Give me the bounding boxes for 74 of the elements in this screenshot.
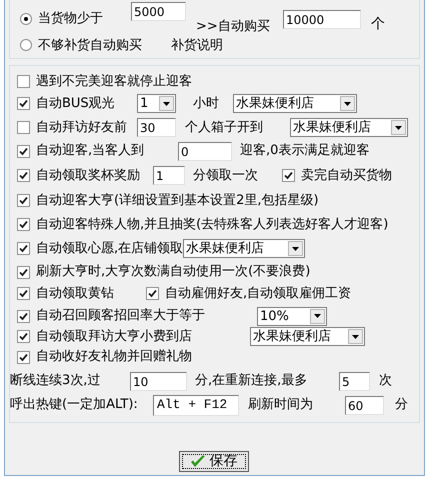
check-icon [19,289,28,298]
input-field[interactable]: 30 [137,118,176,137]
checkbox[interactable]: 自动领取黄钻 [17,284,114,304]
checkbox-box[interactable] [17,144,30,158]
checkbox-box[interactable] [17,266,30,278]
checkbox[interactable]: 刷新大亨时,大亨次数满自动使用一次(不要浪费) [17,262,310,282]
checkbox-box[interactable] [17,330,30,343]
hotkey-field[interactable]: Alt + F12 [153,394,239,416]
label-text: 分领取一次 [193,166,258,185]
checkbox[interactable]: 自动迎客大亨(详细设置到基本设置2里,包括星级) [17,190,319,210]
checkbox[interactable]: 遇到不完美迎客就停止迎客 [17,72,192,92]
checkbox-box[interactable] [17,194,30,207]
checkbox[interactable]: 自动召回顾客招回率大于等于 [17,306,205,326]
check-icon [19,352,28,362]
check-icon [19,312,28,320]
checkbox-box[interactable] [17,121,30,134]
label-text: 呼出热键(一定加ALT): [10,396,138,414]
radio-option[interactable]: 不够补货自动购买 [20,36,171,55]
dropdown[interactable]: 10% [257,306,327,326]
dropdown[interactable]: 水果妹便利店 [183,239,305,258]
check-icon [19,196,28,205]
checkbox-box[interactable] [17,350,30,364]
checkbox[interactable]: 自动迎客,当客人到 [17,141,144,161]
check-icon [148,289,157,298]
checkbox-box[interactable] [282,169,295,182]
checkbox-box[interactable] [17,218,30,231]
label-text: >>自动购买 [196,18,271,36]
label-text: 次 [379,372,392,390]
check-icon [19,268,28,276]
check-icon [19,220,28,229]
checkbox[interactable]: 自动迎客特殊人物,并且抽奖(去特殊客人列表选好客人才迎客) [17,214,388,234]
checkbox[interactable]: 自动BUS观光 [17,94,115,114]
label-text: 迎客,0表示满足就迎客 [240,142,370,160]
input-field[interactable]: 0 [178,142,232,160]
checkbox-box[interactable] [17,242,30,255]
check-icon [19,244,28,253]
checkbox[interactable]: 自动收好友礼物并回赠礼物 [17,347,192,367]
checkbox[interactable]: 自动领取拜访大亨小费到店 [17,326,192,346]
restock-help-link[interactable]: 补货说明 [171,36,223,55]
checkbox-box[interactable] [17,97,30,110]
label-text: 分,在重新连接,最多 [195,372,308,390]
dropdown[interactable]: 水果妹便利店 [233,94,357,113]
checkbox[interactable]: 自动拜访好友前 [17,118,127,138]
checkbox-box[interactable] [17,75,30,88]
dropdown[interactable]: 1 [137,94,176,113]
input-field[interactable]: 5000 [131,2,186,21]
check-icon [190,455,206,468]
dropdown[interactable]: 水果妹便利店 [250,327,365,346]
checkbox-box[interactable] [17,310,30,322]
input-field[interactable]: 5 [339,372,370,390]
checkbox[interactable]: 自动雇佣好友,自动领取雇佣工资 [146,284,352,304]
label-text: 分 [395,396,408,414]
checkbox[interactable]: 自动领取心愿,在店铺领取 [17,238,184,258]
check-icon [19,332,28,341]
label-text: 小时 [193,94,219,113]
input-field[interactable]: 10000 [283,10,361,29]
check-icon [284,171,293,180]
dropdown[interactable]: 水果妹便利店 [290,118,408,137]
input-field[interactable]: 60 [345,396,384,414]
input-field[interactable]: 1 [153,166,185,185]
check-icon [19,146,28,156]
label-text: 刷新时间为 [248,396,313,414]
unit-text: 个 [371,15,385,34]
input-field[interactable]: 10 [130,372,187,390]
checkbox[interactable]: 自动领取奖杯奖励 [17,166,140,186]
check-icon [19,171,28,180]
label-text: 断线连续3次,过 [10,372,100,390]
checkbox-box[interactable] [17,287,30,300]
label-text: 个人箱子开到 [185,118,263,137]
check-icon [19,99,28,108]
radio-option[interactable]: 当货物少于 [20,9,131,28]
checkbox-box[interactable] [146,287,159,300]
checkbox-box[interactable] [17,169,30,182]
checkbox[interactable]: 卖完自动买货物 [282,166,392,186]
